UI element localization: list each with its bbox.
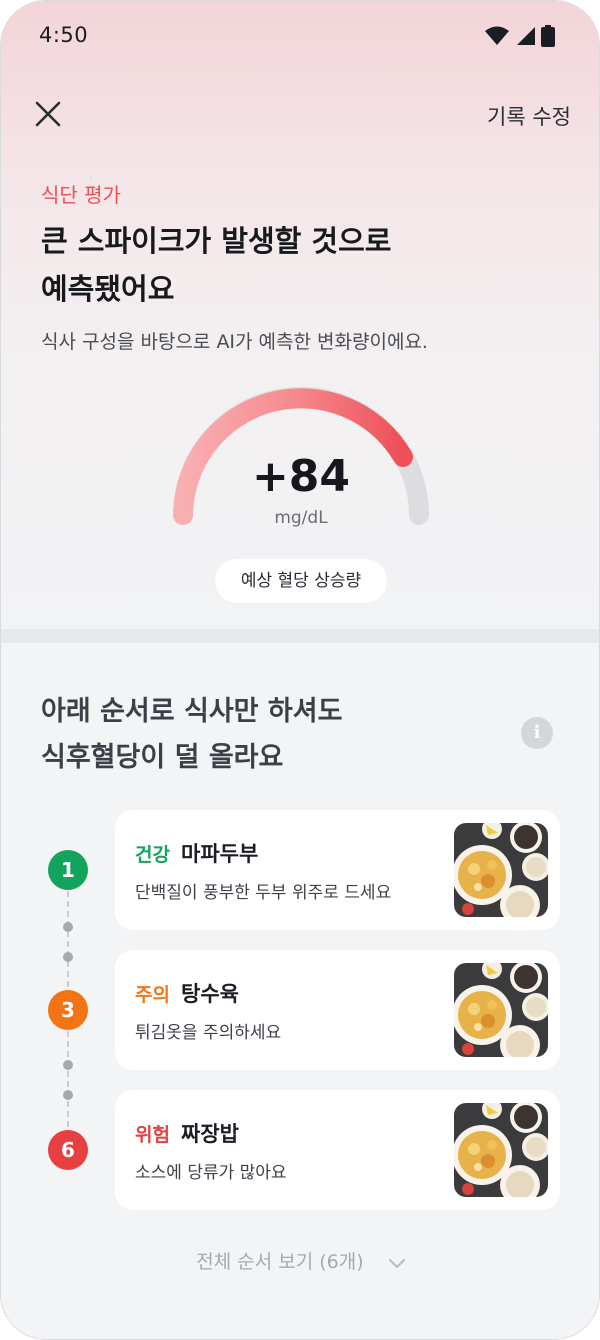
headline-line-1: 큰 스파이크가 발생할 것으로 xyxy=(41,224,392,258)
timeline-step-dot xyxy=(63,952,73,962)
edit-record-button[interactable]: 기록 수정 xyxy=(487,101,571,131)
signal-icon xyxy=(517,27,535,45)
timeline-step-dot xyxy=(63,1090,73,1100)
info-icon[interactable]: i xyxy=(521,717,553,749)
section-title-line-2: 식후혈당이 덜 올라요 xyxy=(41,742,284,773)
timeline-connector xyxy=(67,1031,69,1137)
food-tag: 건강 xyxy=(135,844,170,866)
page-title: 큰 스파이크가 발생할 것으로 예측됐어요 xyxy=(41,217,561,313)
step-number-badge: 3 xyxy=(48,990,88,1030)
food-name: 마파두부 xyxy=(181,842,259,866)
timeline-connector xyxy=(67,891,69,997)
phone-frame: 4:50 기록 수정 식단 평가 큰 스파이크가 발생할 것으로 예측됐어요 식… xyxy=(0,0,600,1340)
view-all-label: 전체 순서 보기 (6개) xyxy=(196,1251,364,1273)
evaluation-label: 식단 평가 xyxy=(41,183,121,207)
food-card[interactable]: 건강 마파두부 단백질이 풍부한 두부 위주로 드세요 xyxy=(115,810,560,930)
step-number-badge: 1 xyxy=(48,850,88,890)
wifi-icon xyxy=(485,26,509,45)
food-name: 탕수육 xyxy=(181,982,239,1006)
section-title: 아래 순서로 식사만 하셔도 식후혈당이 덜 올라요 xyxy=(41,689,461,781)
food-card[interactable]: 주의 탕수육 튀김옷을 주의하세요 xyxy=(115,950,560,1070)
close-icon xyxy=(35,101,61,127)
food-tag: 주의 xyxy=(135,984,170,1006)
food-thumbnail xyxy=(454,823,548,917)
food-name: 짜장밥 xyxy=(181,1122,239,1146)
status-icons xyxy=(485,25,555,47)
step-number-badge: 6 xyxy=(48,1130,88,1170)
section-divider xyxy=(1,629,599,643)
food-card[interactable]: 위험 짜장밥 소스에 당류가 많아요 xyxy=(115,1090,560,1210)
view-all-order-button[interactable]: 전체 순서 보기 (6개) xyxy=(1,1247,599,1274)
timeline-step-dot xyxy=(63,922,73,932)
gauge-unit: mg/dL xyxy=(274,508,328,528)
status-time: 4:50 xyxy=(39,23,89,47)
food-tag: 위험 xyxy=(135,1124,170,1146)
food-thumbnail xyxy=(454,1103,548,1197)
gauge-caption-badge: 예상 혈당 상승량 xyxy=(215,559,387,603)
headline-line-2: 예측됐어요 xyxy=(41,272,175,306)
timeline-step-dot xyxy=(63,1060,73,1070)
chevron-down-icon xyxy=(388,1258,405,1268)
food-description: 튀김옷을 주의하세요 xyxy=(135,1023,282,1043)
food-description: 단백질이 풍부한 두부 위주로 드세요 xyxy=(135,883,392,903)
evaluation-subtext: 식사 구성을 바탕으로 AI가 예측한 변화량이에요. xyxy=(41,331,428,353)
section-title-line-1: 아래 순서로 식사만 하셔도 xyxy=(41,696,343,727)
gauge-value: +84 xyxy=(251,451,351,502)
food-description: 소스에 당류가 많아요 xyxy=(135,1163,287,1183)
food-thumbnail xyxy=(454,963,548,1057)
battery-icon xyxy=(541,25,555,47)
close-button[interactable] xyxy=(31,97,65,131)
